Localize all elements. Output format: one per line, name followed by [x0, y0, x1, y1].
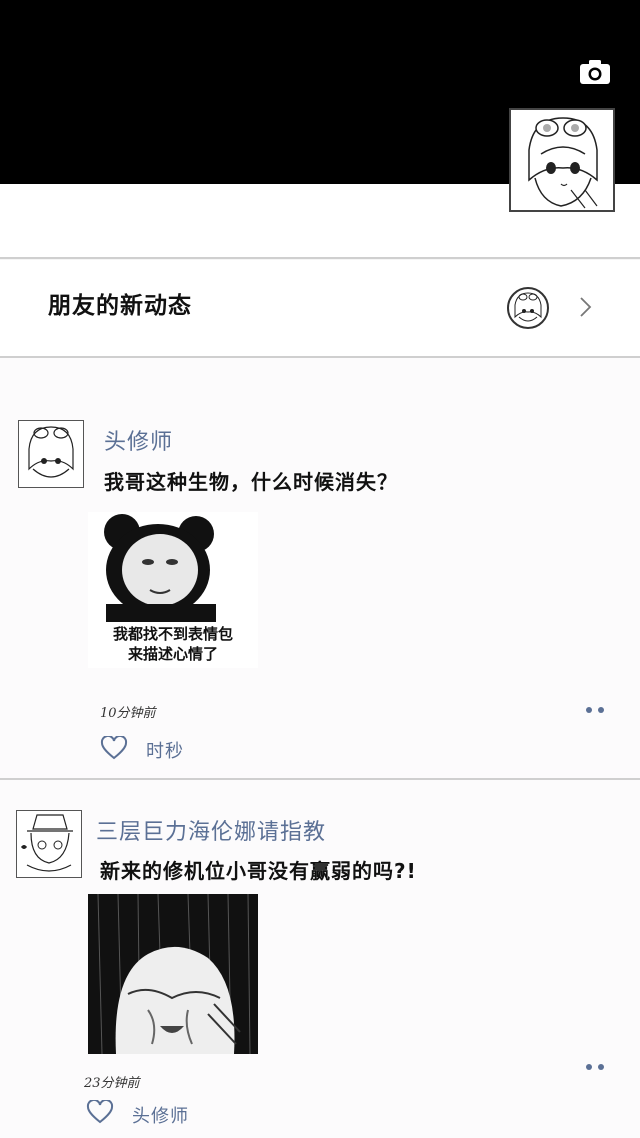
post-text: 我哥这种生物，什么时候消失？ — [104, 470, 398, 494]
more-options-icon[interactable] — [584, 706, 606, 714]
section-divider — [0, 257, 640, 259]
anime-girl-avatar-icon — [528, 117, 598, 209]
camera-icon[interactable] — [579, 59, 611, 85]
panda-meme-illustration — [104, 514, 216, 622]
post-text: 新来的修机位小哥没有赢弱的吗?! — [100, 859, 417, 883]
chevron-right-icon[interactable] — [578, 296, 592, 318]
friends-updates-label: 朋友的新动态 — [48, 293, 192, 319]
liked-by-name[interactable]: 头修师 — [132, 1102, 189, 1128]
crying-girl-illustration — [97, 893, 251, 1055]
meme-caption-line: 我都找不到表情包 — [112, 625, 233, 643]
post-author-avatar[interactable] — [18, 420, 84, 488]
profile-avatar[interactable] — [509, 108, 615, 212]
friend-avatar — [507, 287, 549, 329]
post-timestamp: 10分钟前 — [100, 706, 156, 721]
more-options-icon[interactable] — [584, 1063, 606, 1071]
meme-caption-line: 来描述心情了 — [127, 645, 218, 663]
anime-girl-hat-avatar-icon — [21, 814, 73, 872]
anime-girl-avatar-icon — [28, 426, 74, 478]
post-author-name[interactable]: 头修师 — [104, 424, 173, 456]
post-image-panda-meme[interactable]: 我都找不到表情包 来描述心情了 — [88, 512, 258, 668]
post-divider — [0, 778, 640, 780]
post-image-crying-girl[interactable] — [88, 893, 258, 1055]
heart-icon — [86, 1100, 114, 1124]
liked-by-name[interactable]: 时秒 — [146, 737, 184, 763]
heart-icon — [100, 736, 128, 760]
post-author-name[interactable]: 三层巨力海伦娜请指教 — [96, 814, 326, 846]
post-author-avatar[interactable] — [16, 810, 82, 878]
anime-girl-avatar-icon — [514, 292, 542, 322]
post-timestamp: 23分钟前 — [84, 1076, 140, 1091]
